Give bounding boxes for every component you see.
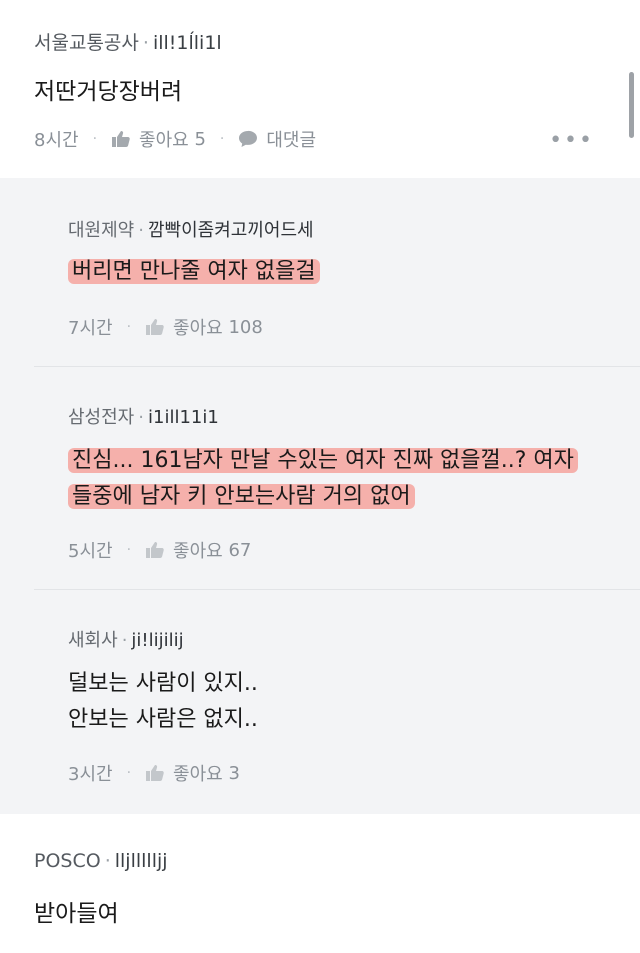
separator-dot: · [92, 131, 98, 147]
reply-item: 삼성전자 · i1ill11i1 진심... 161남자 만날 수있는 여자 진짜 … [0, 367, 640, 589]
reply-time: 7시간 [68, 318, 113, 339]
user-handle: lljllllljj [114, 850, 168, 872]
reply-time: 3시간 [68, 764, 113, 785]
separator-dot: · [138, 220, 144, 241]
like-button[interactable]: 좋아요 5 [111, 126, 206, 152]
reply-line: 안보는 사람은 없지.. [68, 707, 258, 732]
separator-dot: · [126, 542, 132, 558]
reply-text: 덜보는 사람이 있지.. 안보는 사람은 없지.. [68, 666, 258, 738]
separator-dot: · [121, 630, 128, 651]
separator-dot: · [126, 765, 132, 781]
reply-button[interactable]: 대댓글 [238, 126, 316, 152]
separator-dot: · [219, 131, 225, 147]
like-count: 67 [228, 539, 252, 561]
like-count: 108 [228, 316, 263, 338]
like-label: 좋아요 [173, 318, 223, 339]
highlighted-text: 버리면 만나줄 여자 없을걸 [68, 259, 320, 284]
reply-actions: 3시간 · 좋아요 3 [68, 760, 240, 786]
like-label: 좋아요 [139, 130, 189, 151]
company-name: 새회사 [68, 630, 118, 651]
speech-bubble-icon [238, 130, 258, 148]
comment-thread: 서울교통공사 · ill!1ĺli1l 저딴거당장버려 8시간 · 좋아요 5 · … [0, 0, 640, 953]
comment: 서울교통공사 · ill!1ĺli1l 저딴거당장버려 8시간 · 좋아요 5 · … [0, 0, 640, 178]
reply-text: 버리면 만나줄 여자 없을걸 [68, 254, 320, 290]
highlighted-text: 진심... 161남자 만날 수있는 여자 진짜 없을껄..? 여자 [68, 448, 578, 473]
thumbs-up-icon [111, 130, 131, 148]
separator-dot: · [104, 850, 111, 872]
highlighted-text: 들중에 남자 키 안보는사람 거의 없어 [68, 484, 415, 509]
reply-item: 새회사 · ji!lijilij 덜보는 사람이 있지.. 안보는 사람은 없지..… [0, 590, 640, 814]
separator-dot: · [138, 407, 144, 428]
comment-actions: 8시간 · 좋아요 5 · 대댓글 [34, 126, 316, 152]
like-count: 3 [228, 762, 240, 784]
company-name: POSCO [34, 850, 101, 872]
user-handle: 깜빡이좀켜고끼어드세 [147, 220, 314, 241]
replies-section: 대원제약 · 깜빡이좀켜고끼어드세 버리면 만나줄 여자 없을걸 7시간 · 좋아요… [0, 178, 640, 814]
like-count: 5 [194, 128, 206, 150]
like-button[interactable]: 좋아요 108 [145, 314, 263, 340]
reply-time: 5시간 [68, 541, 113, 562]
reply-actions: 5시간 · 좋아요 67 [68, 537, 251, 563]
thumbs-up-icon [145, 764, 165, 782]
reply-label: 대댓글 [266, 130, 317, 151]
reply-text: 진심... 161남자 만날 수있는 여자 진짜 없을껄..? 여자 들중에 남… [68, 443, 628, 515]
company-name: 서울교통공사 [34, 32, 139, 54]
reply-line: 덜보는 사람이 있지.. [68, 671, 258, 696]
comment-text: 저딴거당장버려 [34, 79, 183, 105]
company-name: 삼성전자 [68, 407, 135, 428]
comment-author: POSCO · lljllllljj [34, 850, 168, 872]
like-button[interactable]: 좋아요 3 [145, 760, 240, 786]
reply-author: 대원제약 · 깜빡이좀켜고끼어드세 [68, 216, 314, 242]
reply-author: 새회사 · ji!lijilij [68, 626, 184, 652]
comment-author: 서울교통공사 · ill!1ĺli1l [34, 28, 222, 55]
company-name: 대원제약 [68, 220, 135, 241]
like-button[interactable]: 좋아요 67 [145, 537, 251, 563]
separator-dot: · [126, 319, 132, 335]
comment: POSCO · lljllllljj 받아들여 [0, 814, 640, 953]
comment-text: 받아들여 [34, 901, 119, 927]
reply-item: 대원제약 · 깜빡이좀켜고끼어드세 버리면 만나줄 여자 없을걸 7시간 · 좋아요… [0, 178, 640, 366]
user-handle: ill!1ĺli1l [152, 32, 222, 54]
like-label: 좋아요 [173, 764, 223, 785]
user-handle: ji!lijilij [131, 630, 184, 651]
thumbs-up-icon [145, 318, 165, 336]
user-handle: i1ill11i1 [147, 407, 219, 428]
like-label: 좋아요 [173, 541, 223, 562]
thumbs-up-icon [145, 541, 165, 559]
scrollbar[interactable] [629, 72, 634, 138]
comment-time: 8시간 [34, 130, 79, 151]
more-dots-icon[interactable]: ••• [549, 128, 594, 153]
reply-author: 삼성전자 · i1ill11i1 [68, 403, 219, 429]
separator-dot: · [142, 32, 149, 54]
reply-actions: 7시간 · 좋아요 108 [68, 314, 263, 340]
